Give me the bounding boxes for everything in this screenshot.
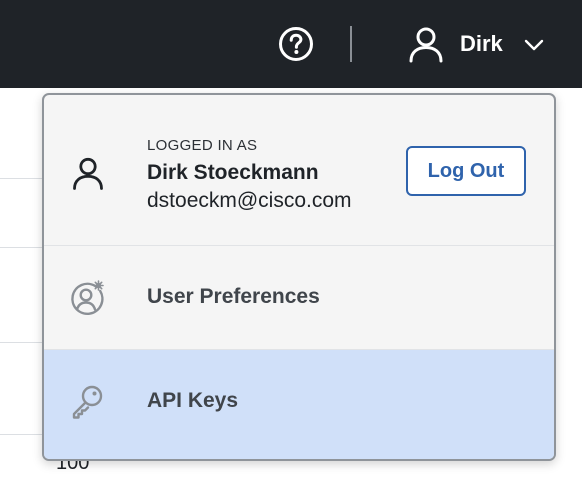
menu-item-label: API Keys — [147, 389, 239, 412]
top-nav-bar: Dirk — [0, 0, 582, 88]
user-email: dstoeckm@cisco.com — [147, 189, 352, 212]
user-icon — [73, 157, 103, 190]
user-dropdown-menu: LOGGED IN AS Dirk Stoeckmann dstoeckm@ci… — [42, 93, 556, 461]
question-circle-icon — [279, 27, 313, 61]
user-menu-name: Dirk — [460, 31, 503, 56]
log-out-button[interactable]: Log Out — [406, 146, 526, 196]
nav-divider — [350, 26, 352, 62]
logged-in-label: LOGGED IN AS — [147, 137, 258, 154]
menu-item-user-preferences[interactable]: User Preferences — [44, 246, 554, 350]
key-icon — [72, 385, 103, 419]
menu-item-api-keys[interactable]: API Keys — [44, 350, 554, 459]
user-full-name: Dirk Stoeckmann — [147, 161, 319, 184]
user-menu-button[interactable]: Dirk — [406, 24, 545, 64]
chevron-down-icon — [524, 39, 543, 51]
help-button[interactable] — [278, 26, 314, 62]
user-icon — [409, 27, 443, 63]
logged-in-section: LOGGED IN AS Dirk Stoeckmann dstoeckm@ci… — [44, 95, 554, 246]
user-settings-icon — [71, 280, 104, 316]
menu-item-label: User Preferences — [147, 285, 320, 308]
